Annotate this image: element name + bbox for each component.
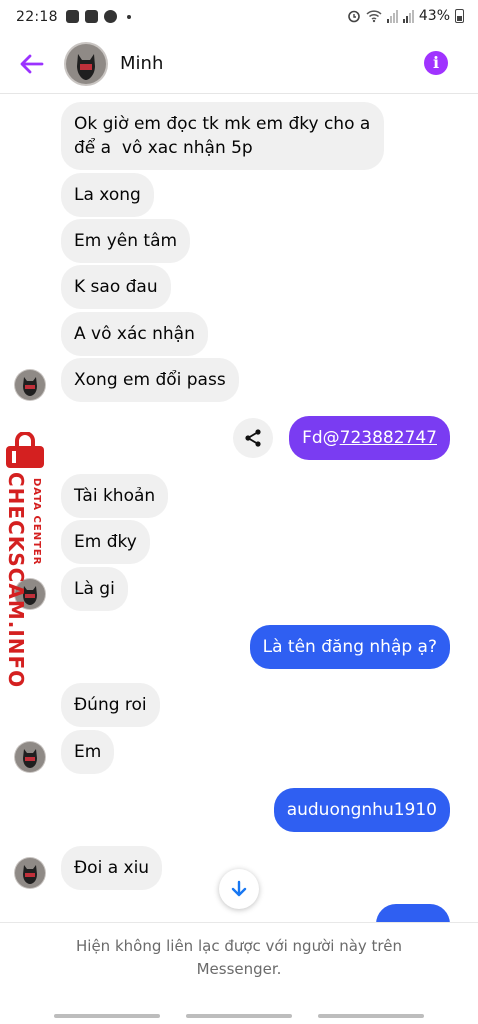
signal-1-icon bbox=[386, 9, 398, 23]
back-button[interactable] bbox=[18, 50, 46, 78]
message-bubble[interactable]: Là tên đăng nhập ạ? bbox=[249, 625, 450, 669]
avatar-photo bbox=[14, 857, 46, 889]
watermark-title: CHECKSCAM.INFO bbox=[4, 472, 28, 689]
link-prefix: Fd@ bbox=[302, 428, 340, 448]
status-bar: 22:18 43% bbox=[0, 0, 478, 36]
sender-avatar[interactable] bbox=[14, 741, 46, 773]
snap-notification-icon bbox=[104, 10, 117, 23]
system-status: 43% bbox=[347, 8, 464, 24]
message-bubble[interactable]: Tài khoản bbox=[61, 474, 169, 518]
message-bubble-link[interactable]: Fd@723882747 bbox=[289, 416, 450, 460]
message-bubble[interactable]: K sao đau bbox=[61, 265, 171, 309]
message-bubble[interactable]: Em yên tâm bbox=[61, 219, 191, 263]
arrow-down-icon bbox=[231, 880, 247, 897]
contact-photo bbox=[64, 42, 108, 86]
notification-icons bbox=[66, 10, 131, 23]
status-time: 22:18 bbox=[16, 9, 58, 25]
message-bubble[interactable]: Ok giờ em đọc tk mk em đky cho a để a vô… bbox=[61, 102, 384, 170]
share-button[interactable] bbox=[233, 418, 273, 458]
message-bubble[interactable]: La xong bbox=[61, 173, 154, 217]
message-bubble[interactable]: auduongnhu1910 bbox=[273, 788, 450, 832]
avatar-photo bbox=[14, 369, 46, 401]
battery-icon bbox=[455, 9, 464, 23]
app-notification-icon bbox=[85, 10, 98, 23]
gallery-notification-icon bbox=[66, 10, 79, 23]
scroll-to-bottom-button[interactable] bbox=[219, 869, 259, 909]
sender-avatar[interactable] bbox=[14, 369, 46, 401]
message-bubble[interactable]: A vô xác nhận bbox=[61, 312, 208, 356]
chat-header: Minh i bbox=[0, 36, 478, 94]
wifi-icon bbox=[366, 10, 382, 23]
more-notifications-icon bbox=[127, 14, 131, 19]
unavailable-notice: Hiện không liên lạc được với người này t… bbox=[76, 937, 402, 978]
sender-avatar[interactable] bbox=[14, 857, 46, 889]
share-icon bbox=[245, 429, 261, 447]
message-bubble[interactable]: Đúng roi bbox=[61, 683, 160, 727]
lock-icon bbox=[6, 432, 44, 468]
message-bubble[interactable]: Xong em đổi pass bbox=[61, 358, 239, 402]
battery-percent: 43% bbox=[418, 8, 450, 24]
message-bubble[interactable]: Em đky bbox=[61, 520, 150, 564]
nav-recents-button[interactable] bbox=[54, 1014, 160, 1018]
contact-avatar[interactable] bbox=[64, 42, 108, 86]
chat-footer: Hiện không liên lạc được với người này t… bbox=[0, 922, 478, 1024]
signal-2-icon bbox=[402, 9, 414, 23]
nav-back-button[interactable] bbox=[318, 1014, 424, 1018]
contact-name[interactable]: Minh bbox=[120, 53, 163, 74]
message-bubble[interactable]: Là gi bbox=[61, 567, 128, 611]
avatar-photo bbox=[14, 741, 46, 773]
link-text[interactable]: 723882747 bbox=[340, 428, 437, 448]
watermark: CHECKSCAM.INFO DATA CENTER bbox=[0, 432, 56, 688]
arrow-left-icon bbox=[20, 54, 44, 74]
alarm-icon bbox=[348, 10, 360, 23]
message-bubble[interactable]: Đoi a xiu bbox=[61, 846, 163, 890]
watermark-subtitle: DATA CENTER bbox=[31, 478, 42, 566]
info-button[interactable]: i bbox=[424, 51, 448, 75]
nav-home-button[interactable] bbox=[186, 1014, 292, 1018]
info-icon: i bbox=[432, 53, 440, 72]
message-bubble[interactable]: Em bbox=[61, 730, 115, 774]
